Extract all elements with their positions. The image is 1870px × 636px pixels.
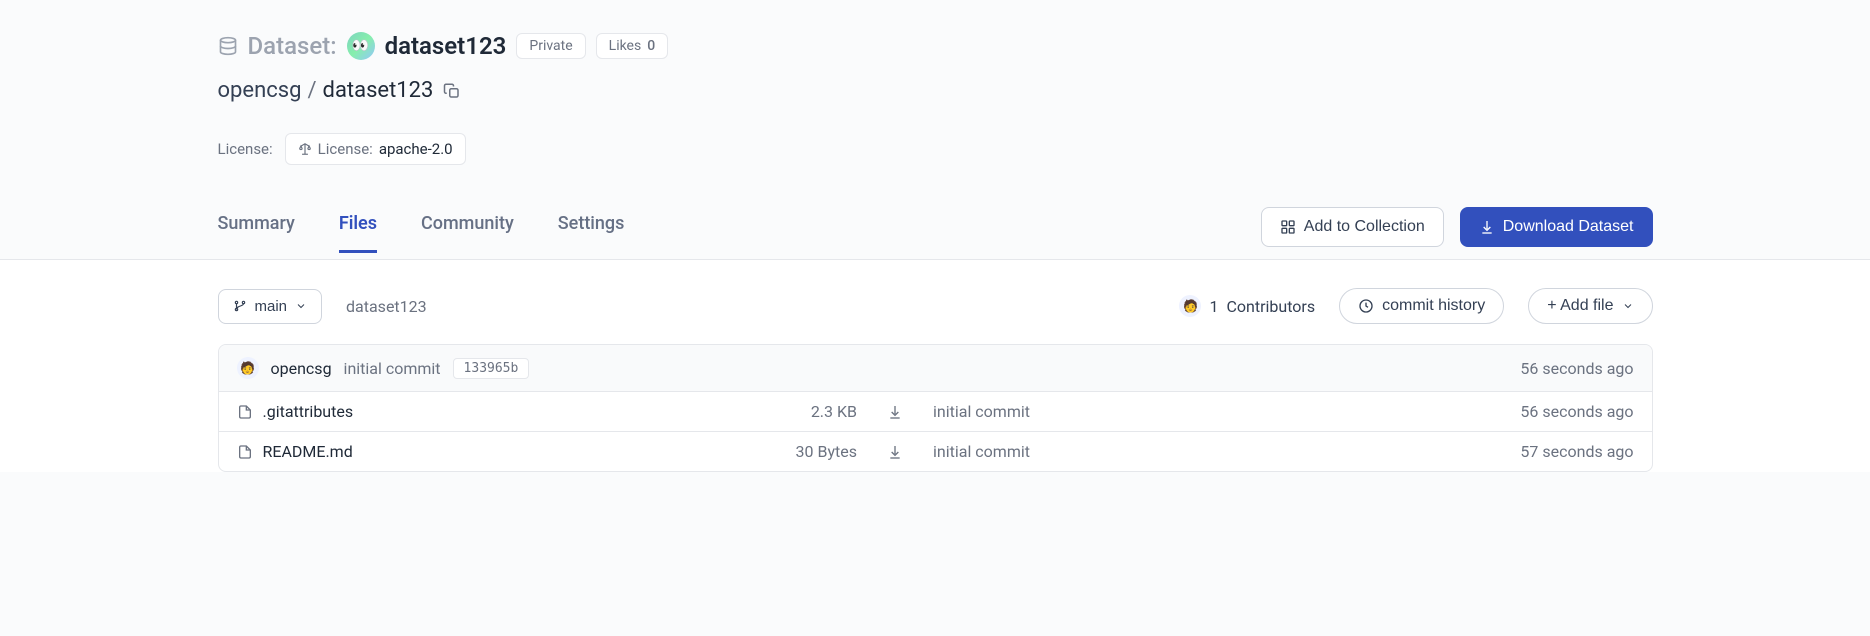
commit-time: 56 seconds ago	[1520, 359, 1633, 378]
git-branch-icon	[233, 299, 247, 313]
files-table: 🧑 opencsg initial commit 133965b 56 seco…	[218, 344, 1653, 472]
contributor-avatar-icon: 🧑	[1179, 295, 1201, 317]
file-time: 57 seconds ago	[1434, 442, 1634, 461]
file-icon	[237, 444, 253, 460]
contributors-link[interactable]: 🧑 1 Contributors	[1179, 295, 1315, 317]
chevron-down-icon	[295, 300, 307, 312]
commit-author[interactable]: opencsg	[271, 359, 332, 378]
dataset-type-label: Dataset:	[248, 32, 337, 60]
file-row: README.md 30 Bytes initial commit 57 sec…	[219, 432, 1652, 471]
file-name: .gitattributes	[263, 402, 354, 421]
breadcrumb-separator: /	[307, 78, 316, 103]
license-label: License:	[218, 140, 273, 158]
scale-icon	[298, 142, 312, 156]
commit-history-button[interactable]: commit history	[1339, 288, 1504, 324]
file-download-icon[interactable]	[875, 444, 915, 460]
add-to-collection-label: Add to Collection	[1304, 218, 1425, 236]
visibility-badge-text: Private	[529, 38, 572, 54]
visibility-badge: Private	[516, 33, 585, 59]
add-file-label: + Add file	[1547, 297, 1613, 315]
file-commit-msg[interactable]: initial commit	[933, 442, 1416, 461]
file-time: 56 seconds ago	[1434, 402, 1634, 421]
contributors-label: Contributors	[1226, 297, 1315, 316]
likes-badge[interactable]: Likes 0	[596, 33, 669, 59]
commit-author-avatar-icon: 🧑	[237, 357, 259, 379]
tab-files[interactable]: Files	[339, 213, 377, 253]
file-download-icon[interactable]	[875, 404, 915, 420]
breadcrumb-org[interactable]: opencsg	[218, 78, 302, 103]
add-file-button[interactable]: + Add file	[1528, 288, 1652, 324]
database-icon	[218, 36, 238, 56]
file-size: 2.3 KB	[737, 402, 857, 421]
likes-label: Likes	[609, 38, 642, 54]
file-commit-msg[interactable]: initial commit	[933, 402, 1416, 421]
likes-count: 0	[647, 38, 655, 54]
tabs: Summary Files Community Settings	[218, 213, 625, 253]
add-to-collection-button[interactable]: Add to Collection	[1261, 207, 1444, 247]
file-row: .gitattributes 2.3 KB initial commit 56 …	[219, 392, 1652, 432]
license-badge[interactable]: License: apache-2.0	[285, 133, 466, 165]
chevron-down-icon	[1622, 300, 1634, 312]
files-toolbar: main dataset123 🧑 1 Contributors	[218, 288, 1653, 324]
license-value: apache-2.0	[379, 140, 453, 158]
file-size: 30 Bytes	[737, 442, 857, 461]
branch-selector[interactable]: main	[218, 289, 323, 324]
dataset-name: dataset123	[385, 32, 507, 60]
license-prefix: License:	[318, 140, 373, 158]
commit-history-label: commit history	[1382, 297, 1485, 315]
clock-icon	[1358, 298, 1374, 314]
copy-icon[interactable]	[443, 82, 461, 100]
commit-message[interactable]: initial commit	[344, 359, 441, 378]
branch-name: main	[255, 298, 288, 315]
breadcrumb-name[interactable]: dataset123	[323, 78, 434, 103]
title-row: Dataset: 👀 dataset123 Private Likes 0	[218, 32, 1653, 60]
breadcrumb: opencsg / dataset123	[218, 78, 1653, 103]
header-actions: Add to Collection Download Dataset	[1261, 207, 1653, 259]
download-icon	[1479, 219, 1495, 235]
tab-summary[interactable]: Summary	[218, 213, 295, 253]
license-row: License: License: apache-2.0	[218, 133, 1653, 165]
file-name: README.md	[263, 442, 353, 461]
collection-icon	[1280, 219, 1296, 235]
download-dataset-label: Download Dataset	[1503, 218, 1634, 236]
file-icon	[237, 404, 253, 420]
download-dataset-button[interactable]: Download Dataset	[1460, 207, 1653, 247]
commit-hash[interactable]: 133965b	[453, 358, 530, 379]
path-crumb[interactable]: dataset123	[346, 297, 427, 316]
file-name-cell[interactable]: .gitattributes	[237, 402, 720, 421]
contributors-count: 1	[1209, 297, 1218, 316]
latest-commit-row: 🧑 opencsg initial commit 133965b 56 seco…	[219, 345, 1652, 392]
tab-settings[interactable]: Settings	[558, 213, 625, 253]
dataset-avatar-icon: 👀	[347, 32, 375, 60]
tab-community[interactable]: Community	[421, 213, 514, 253]
file-name-cell[interactable]: README.md	[237, 442, 720, 461]
